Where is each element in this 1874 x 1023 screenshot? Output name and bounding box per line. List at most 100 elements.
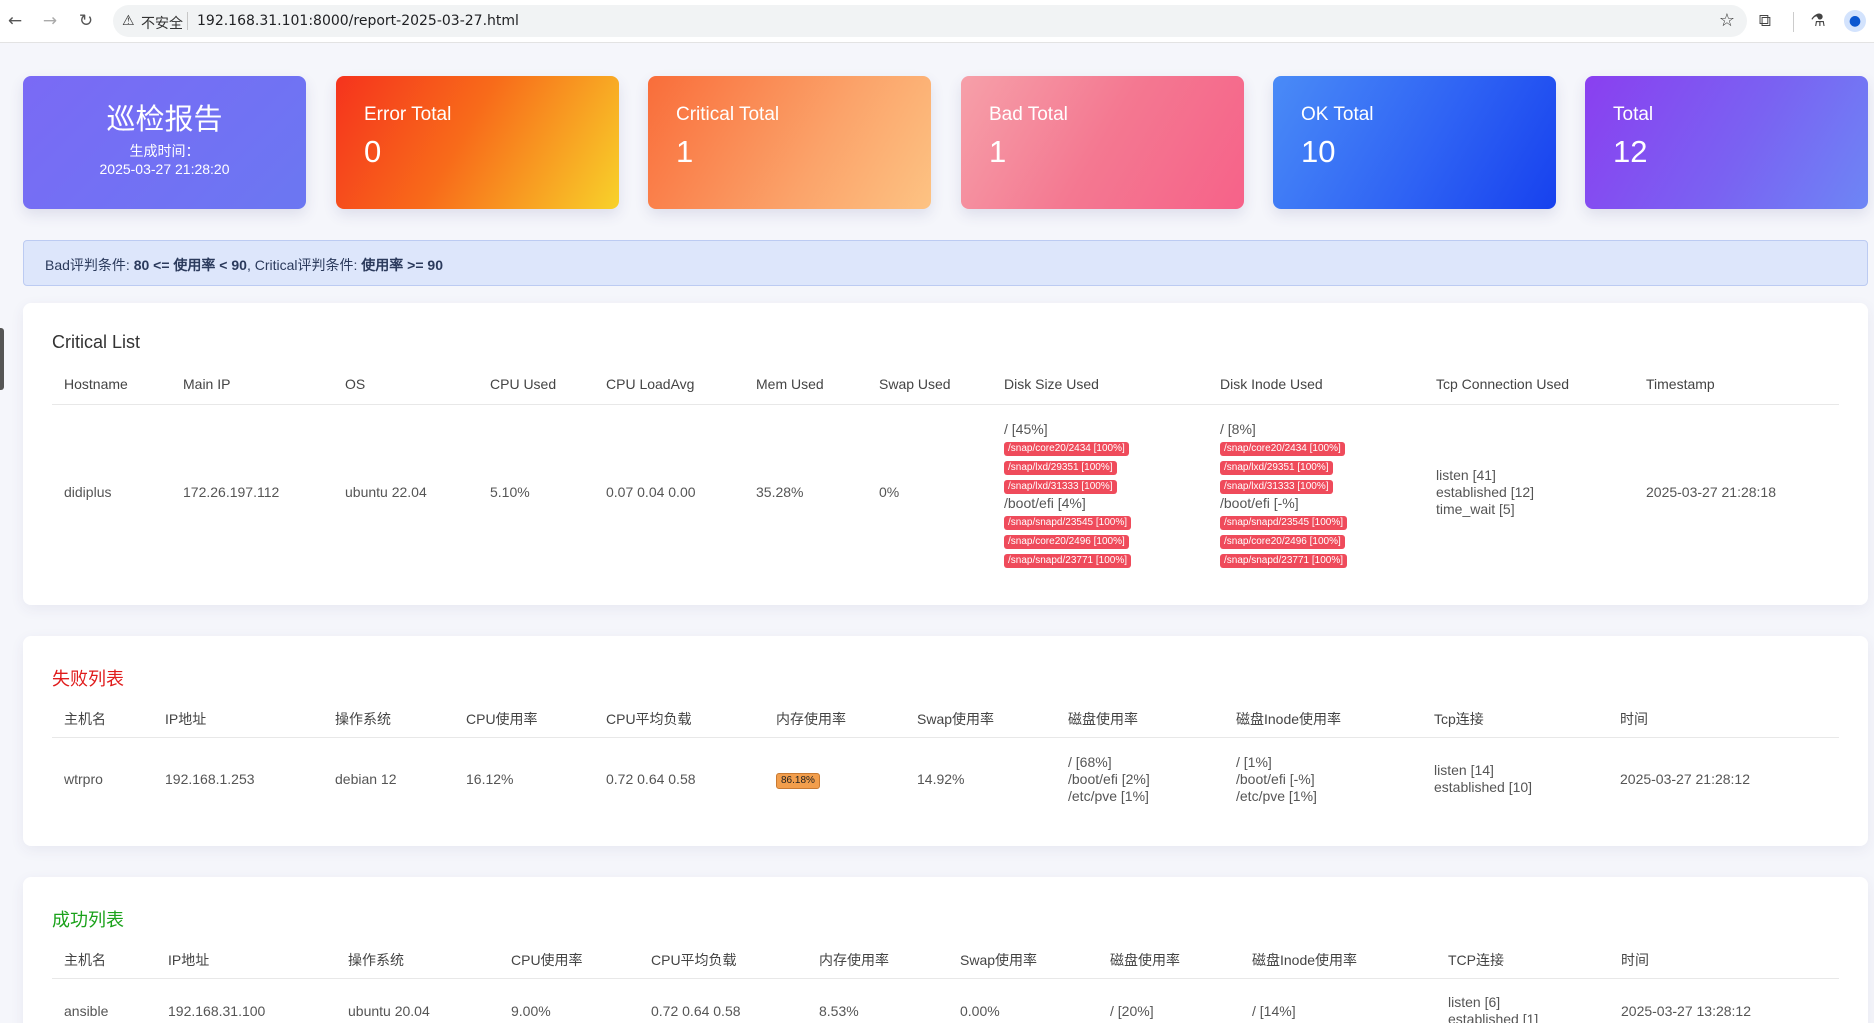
cell-disk-inode-used: / [8%] /snap/core20/2434 [100%] /snap/lx…: [1220, 421, 1347, 569]
th-inode: 磁盘Inode使用率: [1252, 952, 1358, 968]
cell-main-ip: 172.26.197.112: [183, 484, 280, 500]
th-time: 时间: [1620, 711, 1648, 727]
th-os: 操作系统: [335, 711, 391, 727]
th-mem: 内存使用率: [776, 711, 846, 727]
cell-hostname: ansible: [64, 1003, 109, 1019]
extensions-icon[interactable]: ⧉: [1753, 9, 1777, 33]
insecure-label[interactable]: 不安全: [141, 13, 183, 33]
cell-tcp-connection-used: listen [41] established [12] time_wait […: [1436, 467, 1534, 518]
error-total-card: Error Total 0: [336, 76, 619, 209]
inode-critical-badge: /snap/lxd/29351 [100%]: [1220, 461, 1333, 475]
bookmark-star-icon[interactable]: ☆: [1719, 10, 1735, 31]
bad-total-card: Bad Total 1: [961, 76, 1244, 209]
inode-critical-badge: /snap/core20/2434 [100%]: [1220, 442, 1345, 456]
th-timestamp: Timestamp: [1646, 376, 1715, 392]
cell-cpu-loadavg: 0.07 0.04 0.00: [606, 484, 696, 500]
cell-os: ubuntu 22.04: [345, 484, 427, 500]
th-disk: 磁盘使用率: [1110, 952, 1180, 968]
disk-critical-badge: /snap/core20/2496 [100%]: [1004, 535, 1129, 549]
cell-os: ubuntu 20.04: [348, 1003, 430, 1019]
th-cpu-used: CPU Used: [490, 376, 557, 392]
cell-mem-used: 35.28%: [756, 484, 804, 500]
report-title-card: 巡检报告 生成时间： 2025-03-27 21:28:20: [23, 76, 306, 209]
inode-entry: /etc/pve [1%]: [1236, 788, 1317, 804]
th-cpu-loadavg: CPU LoadAvg: [606, 376, 695, 392]
cell-inode: / [14%]: [1252, 1003, 1296, 1019]
criteria-alert: Bad评判条件: 80 <= 使用率 < 90, Critical评判条件: 使…: [23, 240, 1868, 286]
warning-icon: ⚠: [122, 13, 135, 29]
critical-list-panel: Critical List Hostname Main IP OS CPU Us…: [23, 303, 1868, 605]
reload-icon[interactable]: ↻: [75, 10, 97, 32]
generated-label: 生成时间：: [129, 143, 200, 159]
back-icon[interactable]: ←: [4, 10, 26, 32]
cell-cpu: 16.12%: [466, 771, 514, 787]
cell-time: 2025-03-27 21:28:12: [1620, 771, 1750, 787]
disk-critical-badge: /snap/snapd/23771 [100%]: [1004, 554, 1131, 568]
th-tcp-connection-used: Tcp Connection Used: [1436, 376, 1570, 392]
inode-entry: / [1%]: [1236, 754, 1272, 770]
browser-toolbar: ← → ↻ ⚠ 不安全 192.168.31.101:8000/report-2…: [0, 0, 1874, 43]
cell-inode: / [1%] /boot/efi [-%] /etc/pve [1%]: [1236, 754, 1317, 805]
forward-icon[interactable]: →: [39, 10, 61, 32]
cell-mem: 86.18%: [776, 770, 820, 789]
ok-total-label: OK Total: [1301, 104, 1374, 125]
failed-list-panel: 失败列表 主机名 IP地址 操作系统 CPU使用率 CPU平均负载 内存使用率 …: [23, 636, 1868, 846]
toolbar-divider: [1793, 12, 1794, 32]
total-card: Total 12: [1585, 76, 1868, 209]
cell-swap: 0.00%: [960, 1003, 1000, 1019]
tcp-entry: time_wait [5]: [1436, 501, 1515, 517]
error-total-value: 0: [364, 134, 382, 169]
profile-avatar-icon[interactable]: ●: [1844, 10, 1866, 32]
th-swap-used: Swap Used: [879, 376, 951, 392]
cell-disk: / [20%]: [1110, 1003, 1154, 1019]
url-text[interactable]: 192.168.31.101:8000/report-2025-03-27.ht…: [197, 13, 519, 29]
th-swap: Swap使用率: [917, 711, 995, 727]
inode-critical-badge: /snap/lxd/31333 [100%]: [1220, 480, 1333, 494]
tcp-entry: established [12]: [1436, 484, 1535, 500]
cell-os: debian 12: [335, 771, 397, 787]
th-disk-size-used: Disk Size Used: [1004, 376, 1099, 392]
disk-critical-badge: /snap/core20/2434 [100%]: [1004, 442, 1129, 456]
side-panel-handle[interactable]: [0, 328, 4, 390]
address-bar[interactable]: ⚠ 不安全 192.168.31.101:8000/report-2025-03…: [113, 5, 1747, 37]
inode-entry: / [8%]: [1220, 421, 1256, 437]
th-hostname: 主机名: [64, 711, 106, 727]
tcp-entry: listen [6]: [1448, 994, 1501, 1010]
failed-list-title: 失败列表: [52, 669, 124, 689]
critical-criteria-label: , Critical评判条件:: [246, 257, 362, 273]
bad-criteria-label: Bad评判条件:: [45, 257, 134, 273]
bad-total-value: 1: [989, 134, 1007, 169]
cell-load: 0.72 0.64 0.58: [651, 1003, 741, 1019]
cell-disk: / [68%] /boot/efi [2%] /etc/pve [1%]: [1068, 754, 1150, 805]
critical-total-value: 1: [676, 134, 694, 169]
th-swap: Swap使用率: [960, 952, 1038, 968]
critical-list-title: Critical List: [52, 332, 141, 352]
th-ip: IP地址: [168, 952, 210, 968]
bad-criteria-rule: 80 <= 使用率 < 90: [133, 257, 247, 273]
th-cpu: CPU使用率: [511, 952, 583, 968]
tcp-entry: listen [14]: [1434, 762, 1494, 778]
cell-cpu: 9.00%: [511, 1003, 551, 1019]
cell-time: 2025-03-27 13:28:12: [1621, 1003, 1751, 1019]
success-table-header: 主机名 IP地址 操作系统 CPU使用率 CPU平均负载 内存使用率 Swap使…: [52, 939, 1839, 979]
cell-swap-used: 0%: [879, 484, 900, 500]
cell-ip: 192.168.1.253: [165, 771, 255, 787]
cell-timestamp: 2025-03-27 21:28:18: [1646, 484, 1776, 500]
disk-critical-badge: /snap/snapd/23545 [100%]: [1004, 516, 1131, 530]
tcp-entry: listen [41]: [1436, 467, 1496, 483]
disk-entry: / [68%]: [1068, 754, 1112, 770]
tcp-entry: established [10]: [1434, 779, 1533, 795]
th-disk: 磁盘使用率: [1068, 711, 1138, 727]
inode-critical-badge: /snap/core20/2496 [100%]: [1220, 535, 1345, 549]
th-load: CPU平均负载: [606, 711, 692, 727]
critical-table-header: Hostname Main IP OS CPU Used CPU LoadAvg…: [52, 365, 1839, 405]
cell-tcp: listen [14] established [10]: [1434, 762, 1532, 796]
critical-total-card: Critical Total 1: [648, 76, 931, 209]
cell-tcp: listen [6] established [1]: [1448, 994, 1538, 1023]
mem-bad-badge: 86.18%: [776, 773, 820, 789]
generated-time: 2025-03-27 21:28:20: [99, 161, 230, 177]
error-total-label: Error Total: [364, 104, 452, 125]
th-hostname: 主机名: [64, 952, 106, 968]
labs-flask-icon[interactable]: ⚗: [1806, 9, 1830, 33]
cell-mem: 8.53%: [819, 1003, 859, 1019]
